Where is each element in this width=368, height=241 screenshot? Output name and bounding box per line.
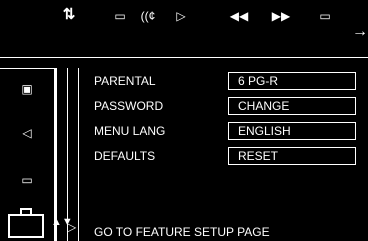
audio-icon[interactable]: ((¢ [136, 8, 160, 24]
subtitle-icon[interactable]: ▭ [110, 8, 130, 24]
parental-value[interactable]: 6 PG-R [228, 72, 356, 90]
briefcase-icon[interactable] [8, 214, 44, 238]
arrow-right-icon: → [352, 23, 368, 40]
status-text: GO TO FEATURE SETUP PAGE [94, 225, 270, 239]
rewind-icon[interactable]: ◀◀ [228, 8, 250, 24]
display-icon[interactable]: ▭ [316, 8, 334, 24]
speaker-icon[interactable]: ◁ [14, 124, 40, 142]
user-icon[interactable]: ▣ [14, 80, 40, 98]
play-icon[interactable]: ▷ [172, 8, 190, 24]
password-value[interactable]: CHANGE [228, 97, 356, 115]
updown-arrows-icon: ▲▼ [51, 216, 73, 228]
sidebar-divider [78, 68, 79, 241]
menu-lang-value[interactable]: ENGLISH [228, 122, 356, 140]
menu-lang-label: MENU LANG [94, 124, 166, 138]
play-arrow-icon: ▷ [67, 220, 77, 234]
parental-label: PARENTAL [94, 74, 156, 88]
sidebar-top-line [0, 68, 54, 69]
defaults-value[interactable]: RESET [228, 147, 356, 165]
defaults-label: DEFAULTS [94, 149, 156, 163]
speech-bubble-icon[interactable]: ▭ [14, 171, 40, 189]
setup-icon[interactable]: ⇅ [58, 4, 80, 26]
toolbar-divider [0, 57, 368, 58]
password-label: PASSWORD [94, 99, 164, 113]
fast-forward-icon[interactable]: ▶▶ [270, 8, 292, 24]
